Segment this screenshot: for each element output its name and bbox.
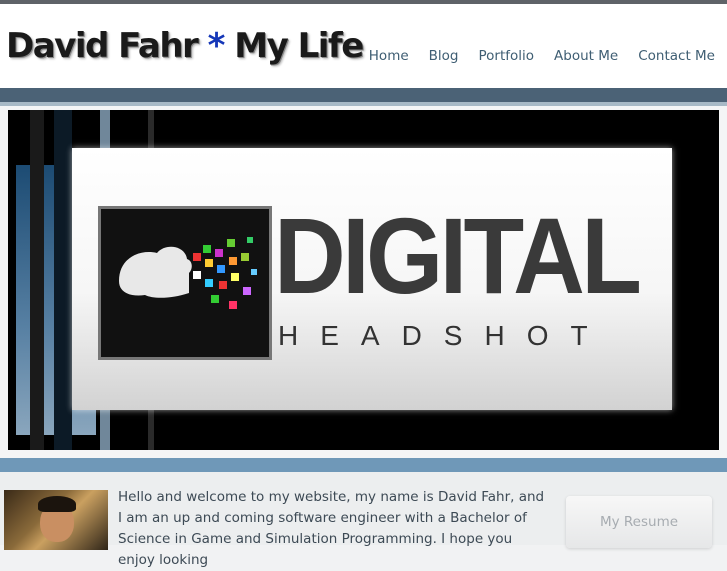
slide-transition-strip	[30, 110, 44, 450]
site-title[interactable]: David Fahr * My Life	[6, 26, 364, 66]
site-header: David Fahr * My Life Home Blog Portfolio…	[0, 4, 727, 88]
site-title-star: *	[207, 26, 226, 66]
main-nav: Home Blog Portfolio About Me Contact Me	[369, 48, 715, 64]
slide-logo-subtitle: HEADSHOT	[278, 320, 610, 351]
site-title-name: David Fahr	[6, 26, 199, 66]
intro-text: Hello and welcome to my website, my name…	[118, 489, 545, 568]
headshot-logo-icon	[98, 206, 272, 360]
profile-photo-hair	[38, 496, 76, 512]
slider-divider	[0, 458, 727, 472]
nav-blog[interactable]: Blog	[429, 48, 459, 64]
header-divider	[0, 88, 727, 102]
nav-portfolio[interactable]: Portfolio	[479, 48, 535, 64]
slide-transition-strip	[54, 110, 72, 450]
site-title-tagline: My Life	[234, 26, 364, 66]
nav-about-me[interactable]: About Me	[554, 48, 618, 64]
slide-logo-card: DIGITAL HEADSHOT	[72, 148, 672, 410]
main-content: Hello and welcome to my website, my name…	[0, 472, 727, 568]
my-resume-button[interactable]: My Resume	[566, 496, 712, 548]
image-slider-frame: DIGITAL HEADSHOT	[0, 106, 727, 458]
nav-contact-me[interactable]: Contact Me	[638, 48, 715, 64]
image-slider[interactable]: DIGITAL HEADSHOT	[8, 110, 719, 450]
nav-home[interactable]: Home	[369, 48, 409, 64]
slide-logo-word: DIGITAL	[274, 195, 642, 316]
profile-photo	[4, 490, 108, 550]
